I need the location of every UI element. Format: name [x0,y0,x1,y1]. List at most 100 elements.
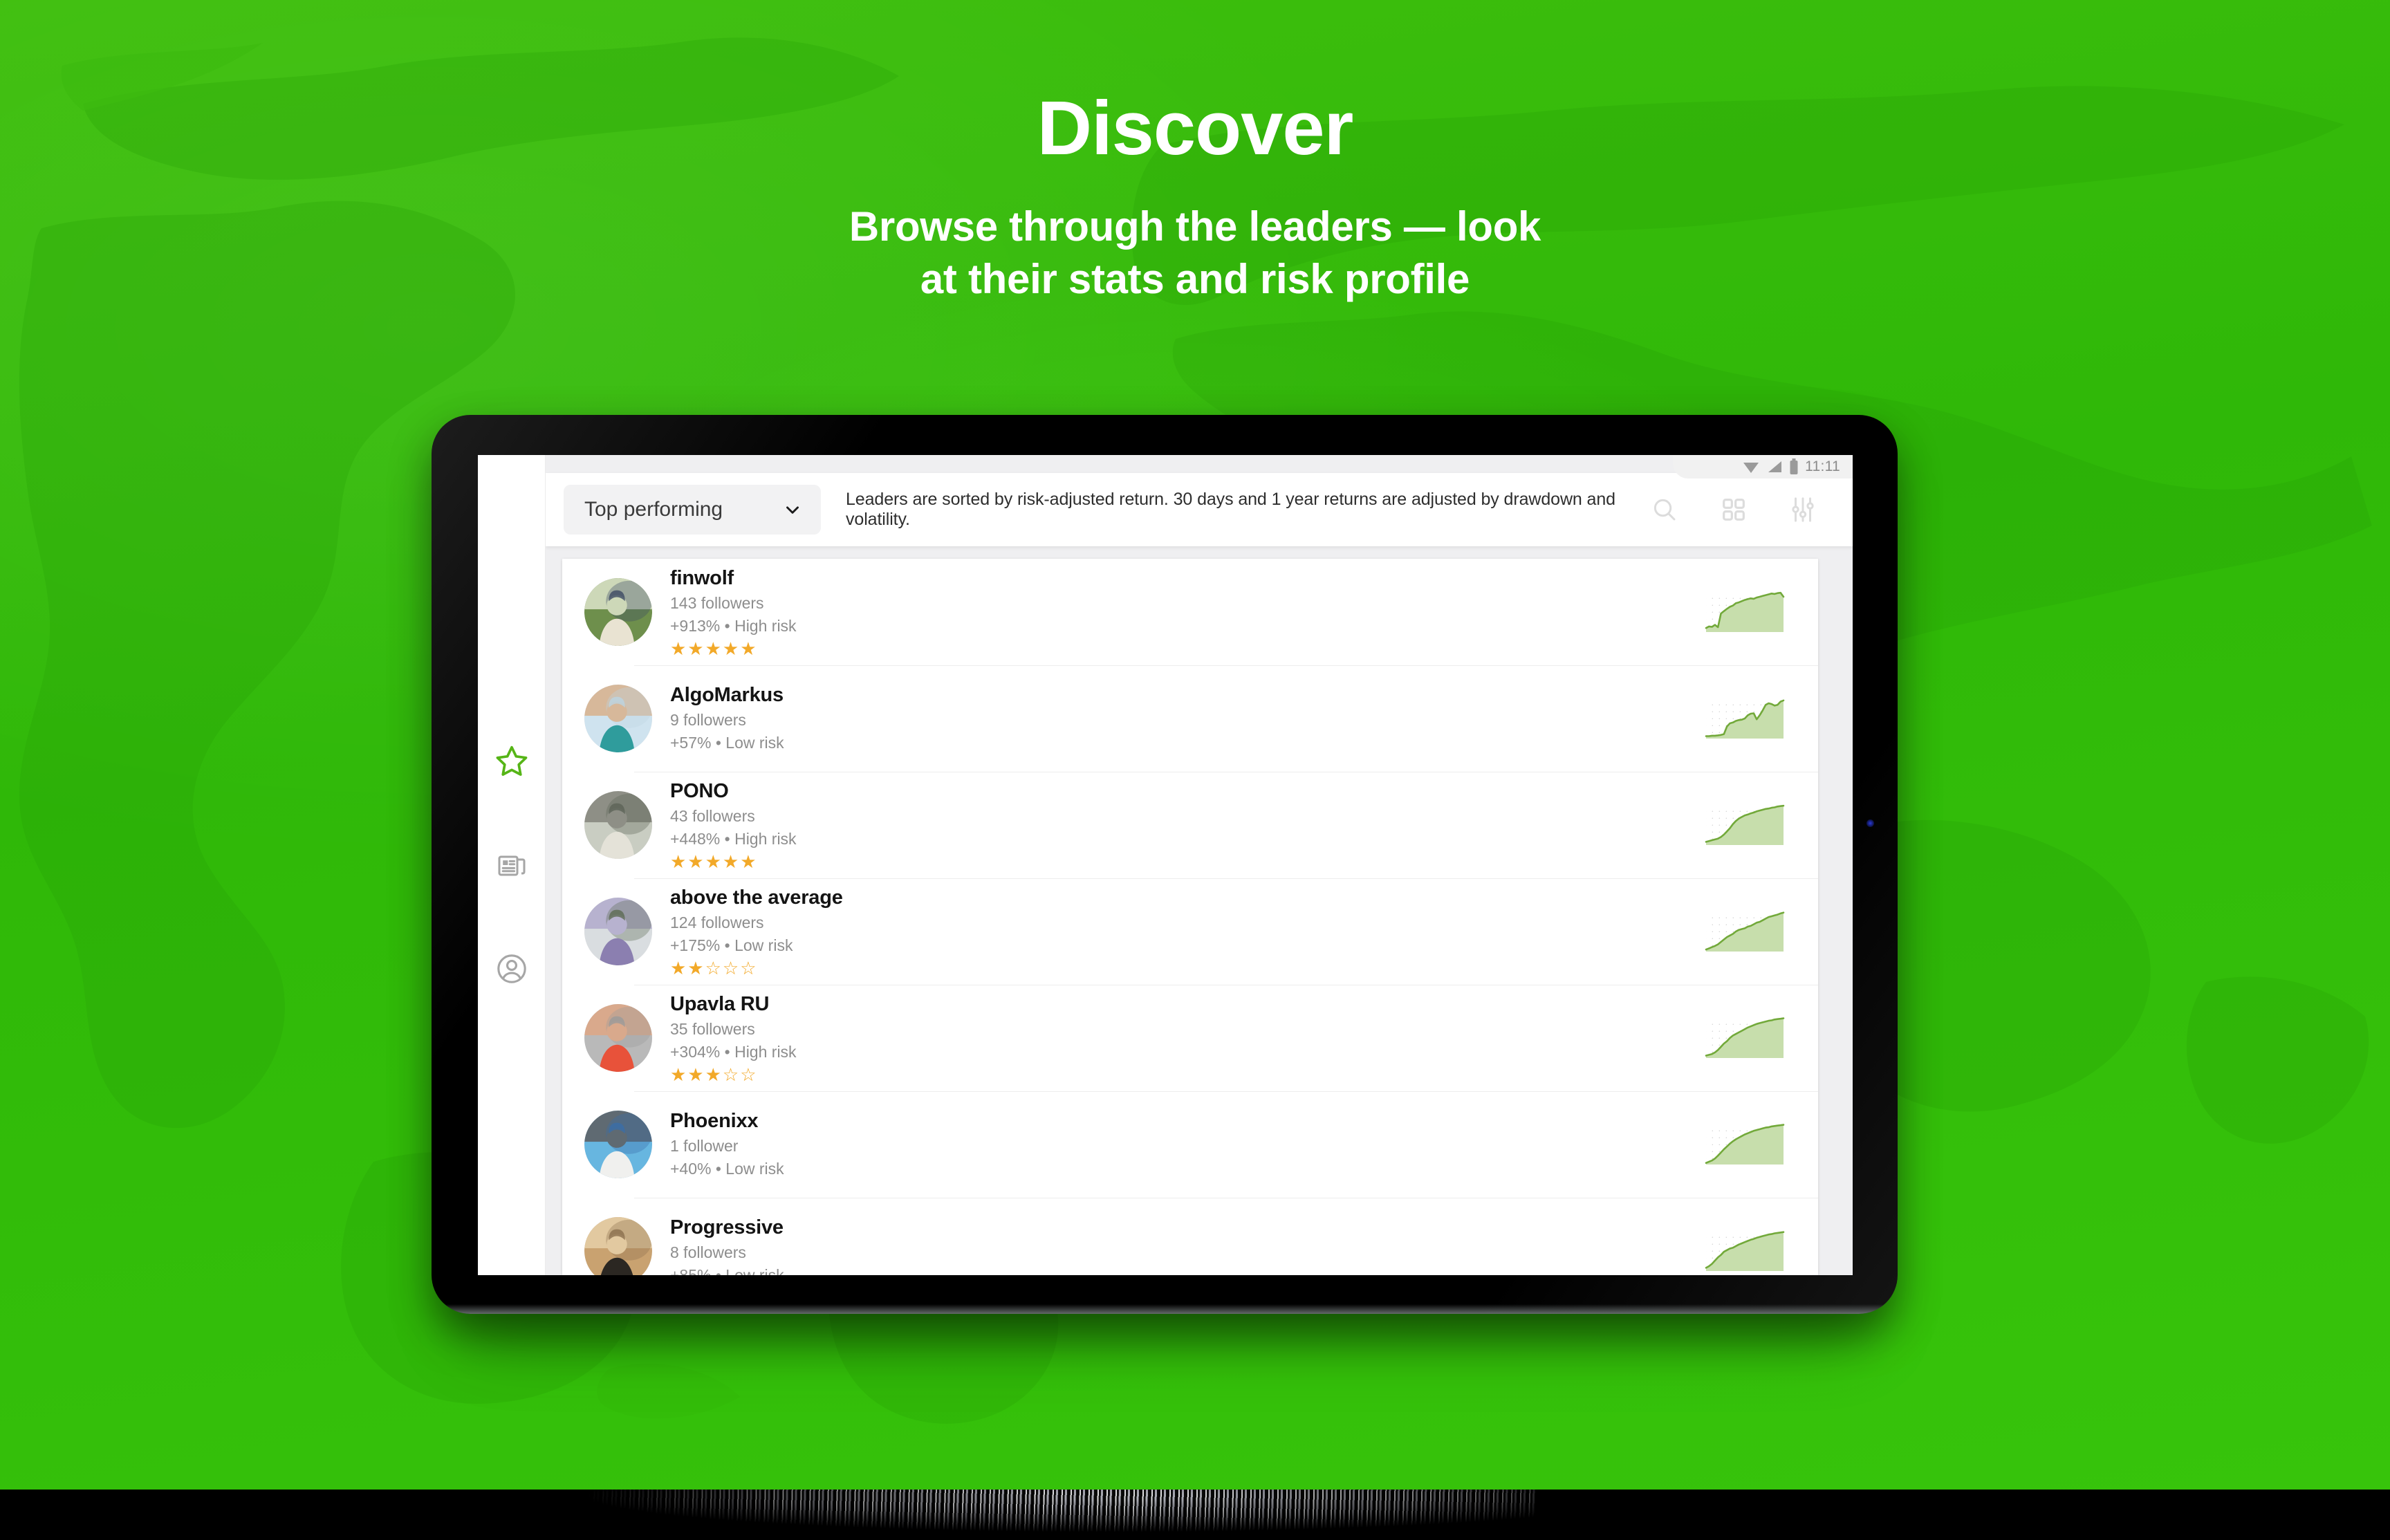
avatar [584,1004,652,1072]
sparkline-cell [1705,1230,1785,1272]
leader-row[interactable]: above the average 124 followers +175% • … [562,878,1818,985]
chevron-down-icon [786,506,799,514]
bottom-artifact-band [0,1490,2390,1540]
battery-icon [1790,458,1798,474]
promo-subtitle: Browse through the leaders — look at the… [0,201,2390,306]
toolbar-note: Leaders are sorted by risk-adjusted retu… [846,490,1615,529]
tablet-screen: 11:11 Top performing Leaders are sorted … [478,455,1853,1275]
leader-stats: +913% • High risk [670,617,797,636]
sliders-icon [1792,497,1814,522]
leader-followers: 143 followers [670,594,764,613]
promo-title: Discover [1037,86,1354,171]
sidebar-rail [478,455,546,1275]
discover-toolbar: Top performing Leaders are sorted by ris… [546,473,1853,546]
leaders-list: finwolf 143 followers +913% • High risk … [562,559,1818,1275]
search-icon [1653,499,1676,521]
avatar-image [584,578,652,646]
leader-info: finwolf 143 followers +913% • High risk … [670,566,1705,658]
camera-led-indicator [1866,819,1874,827]
leader-info: Progressive 8 followers +85% • Low risk [670,1216,1705,1275]
rating-stars: ★★★☆☆ [670,1064,758,1085]
leader-name: Upavla RU [670,993,770,1016]
leader-stats: +57% • Low risk [670,733,784,752]
performance-sparkline [1705,698,1785,739]
leader-row[interactable]: PONO 43 followers +448% • High risk ★★★★… [562,772,1818,878]
performance-sparkline [1705,591,1785,632]
leader-info: Upavla RU 35 followers +304% • High risk… [670,992,1705,1084]
avatar-image [584,1217,652,1275]
rating-stars: ★★★★★ [670,851,758,872]
leader-info: Phoenixx 1 follower +40% • Low risk [670,1109,1705,1180]
discover-content: Top performing Leaders are sorted by ris… [546,455,1853,1275]
leader-stats: +304% • High risk [670,1043,797,1061]
star-icon [496,745,527,776]
leader-name: finwolf [670,567,734,590]
leader-row[interactable]: AlgoMarkus 9 followers +57% • Low risk [562,665,1818,772]
sort-select[interactable]: Top performing [564,485,821,535]
news-icon [498,855,525,876]
avatar-image [584,1111,652,1178]
sparkline-cell [1705,591,1785,633]
avatar [584,1217,652,1275]
avatar-image [584,1004,652,1072]
status-clock: 11:11 [1805,458,1840,474]
account-icon [497,954,526,983]
status-bar: 11:11 [1673,455,1853,479]
sparkline-cell [1705,910,1785,953]
leader-name: above the average [670,887,843,909]
avatar [584,1111,652,1178]
performance-sparkline [1705,1231,1785,1271]
rating-stars: ★★★★★ [670,638,758,659]
sparkline-cell [1705,1123,1785,1166]
signal-icon [1768,461,1782,472]
leader-stats: +40% • Low risk [670,1159,784,1178]
avatar [584,791,652,859]
leader-followers: 35 followers [670,1020,755,1039]
grid-icon [1723,499,1745,521]
rating-stars: ★★☆☆☆ [670,957,758,978]
avatar-image [584,898,652,965]
sidebar-item-feed[interactable] [490,844,533,887]
promo-copy: Discover Browse through the leaders — lo… [0,0,2390,306]
sidebar-item-account[interactable] [490,947,533,990]
leader-info: PONO 43 followers +448% • High risk ★★★★… [670,779,1705,871]
leader-stats: +448% • High risk [670,830,797,848]
leader-followers: 43 followers [670,807,755,826]
search-button[interactable] [1648,493,1681,526]
promo-subtitle-line-2: at their stats and risk profile [920,255,1470,302]
avatar [584,685,652,752]
leader-info: AlgoMarkus 9 followers +57% • Low risk [670,683,1705,754]
leader-followers: 9 followers [670,710,746,729]
leader-followers: 8 followers [670,1243,746,1261]
performance-sparkline [1705,1124,1785,1165]
tablet-bezel: 11:11 Top performing Leaders are sorted … [432,415,1898,1314]
leader-name: Phoenixx [670,1109,759,1132]
leader-stats: +175% • Low risk [670,936,793,955]
leader-row[interactable]: Phoenixx 1 follower +40% • Low risk [562,1091,1818,1198]
leader-info: above the average 124 followers +175% • … [670,886,1705,977]
leader-name: AlgoMarkus [670,683,784,706]
leader-row[interactable]: finwolf 143 followers +913% • High risk … [562,559,1818,665]
sparkline-cell [1705,804,1785,846]
tablet-device: 11:11 Top performing Leaders are sorted … [432,415,1898,1342]
toolbar-actions [1648,493,1853,526]
leader-followers: 1 follower [670,1136,739,1155]
sparkline-cell [1705,1017,1785,1059]
avatar-image [584,791,652,859]
filters-button[interactable] [1786,493,1819,526]
leader-name: Progressive [670,1216,784,1239]
avatar [584,578,652,646]
avatar [584,898,652,965]
artifact-smear [477,1490,1535,1539]
sidebar-item-leaders[interactable] [490,740,533,783]
leader-row[interactable]: Progressive 8 followers +85% • Low risk [562,1198,1818,1275]
grid-view-button[interactable] [1717,493,1750,526]
performance-sparkline [1705,911,1785,952]
leader-row[interactable]: Upavla RU 35 followers +304% • High risk… [562,985,1818,1091]
leader-stats: +85% • Low risk [670,1265,784,1275]
performance-sparkline [1705,1017,1785,1058]
wifi-icon [1743,463,1759,473]
promo-subtitle-line-1: Browse through the leaders — look [849,203,1541,250]
performance-sparkline [1705,804,1785,845]
list-scrollbar[interactable] [1846,559,1853,1275]
